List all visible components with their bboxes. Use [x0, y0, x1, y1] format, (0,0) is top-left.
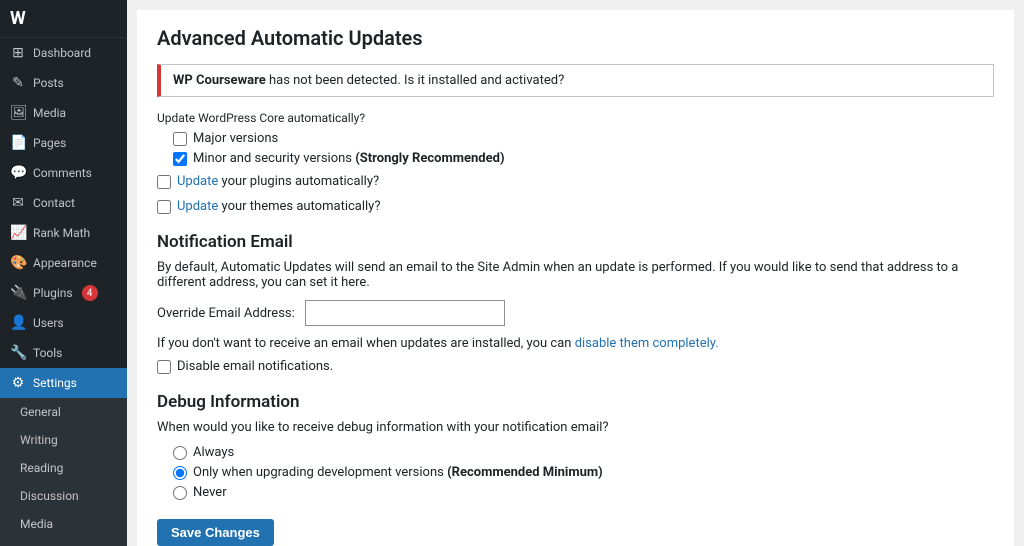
- sidebar-item-label: Tools: [33, 346, 62, 360]
- wp-logo: W: [0, 0, 127, 38]
- disable-email-info: If you don't want to receive an email wh…: [157, 336, 994, 351]
- sidebar-item-label: Dashboard: [33, 46, 91, 60]
- submenu-media-label: Media: [20, 517, 53, 531]
- dashboard-icon: ⊞: [10, 45, 26, 61]
- notice-text: has not been detected. Is it installed a…: [266, 73, 565, 88]
- submenu-general-label: General: [20, 405, 61, 419]
- sidebar-item-discussion[interactable]: Discussion: [0, 482, 127, 510]
- disable-notifications-label: Disable email notifications.: [177, 359, 333, 374]
- sidebar-item-comments[interactable]: 💬 Comments: [0, 158, 127, 188]
- themes-update-link[interactable]: Update: [177, 199, 218, 214]
- sidebar-item-media[interactable]: 🖼 Media: [0, 98, 127, 128]
- sidebar-item-pages[interactable]: 📄 Pages: [0, 128, 127, 158]
- notification-email-heading: Notification Email: [157, 232, 994, 252]
- major-versions-row: Major versions: [173, 131, 994, 146]
- override-email-input[interactable]: [305, 300, 505, 326]
- rank-math-icon: 📈: [10, 225, 26, 241]
- sidebar-item-posts[interactable]: ✎ Posts: [0, 68, 127, 98]
- content-area: Advanced Automatic Updates WP Courseware…: [137, 10, 1014, 546]
- sidebar-item-label: Media: [33, 106, 66, 120]
- debug-always-radio[interactable]: [173, 446, 187, 460]
- sidebar-item-users[interactable]: 👤 Users: [0, 308, 127, 338]
- debug-never-label: Never: [193, 485, 227, 500]
- major-versions-label: Major versions: [193, 131, 278, 146]
- sidebar-item-label: Appearance: [33, 256, 97, 270]
- plugins-badge: 4: [82, 285, 98, 301]
- contact-icon: ✉: [10, 195, 26, 211]
- main-content: Advanced Automatic Updates WP Courseware…: [127, 0, 1024, 546]
- debug-upgrading-row: Only when upgrading development versions…: [173, 465, 994, 480]
- sidebar-item-label: Settings: [33, 376, 77, 390]
- plugins-icon: 🔌: [10, 285, 26, 301]
- page-title: Advanced Automatic Updates: [157, 26, 994, 50]
- sidebar-item-media-sub[interactable]: Media: [0, 510, 127, 538]
- sidebar-item-label: Comments: [33, 166, 92, 180]
- debug-upgrading-radio[interactable]: [173, 466, 187, 480]
- sidebar-item-label: Pages: [33, 136, 66, 150]
- sidebar-item-contact[interactable]: ✉ Contact: [0, 188, 127, 218]
- debug-info-heading: Debug Information: [157, 392, 994, 412]
- sidebar-item-reading[interactable]: Reading: [0, 454, 127, 482]
- disable-notifications-checkbox[interactable]: [157, 360, 171, 374]
- sidebar-item-settings[interactable]: ⚙ Settings: [0, 368, 127, 398]
- plugins-update-row: Update your plugins automatically?: [157, 174, 994, 189]
- notification-email-description: By default, Automatic Updates will send …: [157, 260, 994, 290]
- disable-link[interactable]: disable them completely.: [575, 336, 719, 351]
- override-email-row: Override Email Address:: [157, 300, 994, 326]
- submenu-writing-label: Writing: [20, 433, 58, 447]
- comments-icon: 💬: [10, 165, 26, 181]
- sidebar-item-plugins[interactable]: 🔌 Plugins 4: [0, 278, 127, 308]
- posts-icon: ✎: [10, 75, 26, 91]
- sidebar-item-permalinks[interactable]: Permalinks: [0, 538, 127, 546]
- appearance-icon: 🎨: [10, 255, 26, 271]
- minor-versions-label: Minor and security versions (Strongly Re…: [193, 151, 505, 166]
- save-changes-button[interactable]: Save Changes: [157, 519, 274, 546]
- debug-never-row: Never: [173, 485, 994, 500]
- core-update-label: Update WordPress Core automatically?: [157, 111, 994, 125]
- plugins-update-checkbox[interactable]: [157, 175, 171, 189]
- minor-versions-row: Minor and security versions (Strongly Re…: [173, 151, 994, 166]
- debug-upgrading-label: Only when upgrading development versions…: [193, 465, 603, 480]
- plugins-update-label: Update your plugins automatically?: [177, 174, 379, 189]
- themes-update-label: Update your themes automatically?: [177, 199, 380, 214]
- debug-always-label: Always: [193, 445, 234, 460]
- major-versions-checkbox[interactable]: [173, 132, 187, 146]
- sidebar-item-writing[interactable]: Writing: [0, 426, 127, 454]
- sidebar-item-label: Plugins: [33, 286, 73, 300]
- override-email-label: Override Email Address:: [157, 306, 295, 321]
- users-icon: 👤: [10, 315, 26, 331]
- pages-icon: 📄: [10, 135, 26, 151]
- plugins-update-link[interactable]: Update: [177, 174, 218, 189]
- themes-update-checkbox[interactable]: [157, 200, 171, 214]
- submenu-reading-label: Reading: [20, 461, 63, 475]
- debug-info-description: When would you like to receive debug inf…: [157, 420, 994, 435]
- debug-never-radio[interactable]: [173, 486, 187, 500]
- sidebar-item-label: Rank Math: [33, 226, 90, 240]
- minor-versions-checkbox[interactable]: [173, 152, 187, 166]
- sidebar-item-label: Posts: [33, 76, 64, 90]
- sidebar-item-general[interactable]: General: [0, 398, 127, 426]
- tools-icon: 🔧: [10, 345, 26, 361]
- sidebar-item-dashboard[interactable]: ⊞ Dashboard: [0, 38, 127, 68]
- sidebar-item-label: Contact: [33, 196, 75, 210]
- media-icon: 🖼: [10, 105, 26, 121]
- themes-update-row: Update your themes automatically?: [157, 199, 994, 214]
- submenu-discussion-label: Discussion: [20, 489, 79, 503]
- sidebar-item-tools[interactable]: 🔧 Tools: [0, 338, 127, 368]
- sidebar-item-appearance[interactable]: 🎨 Appearance: [0, 248, 127, 278]
- sidebar-item-rank-math[interactable]: 📈 Rank Math: [0, 218, 127, 248]
- sidebar: W ⊞ Dashboard ✎ Posts 🖼 Media 📄 Pages 💬 …: [0, 0, 127, 546]
- debug-always-row: Always: [173, 445, 994, 460]
- notice-bold: WP Courseware: [173, 73, 266, 88]
- disable-notifications-row: Disable email notifications.: [157, 359, 994, 374]
- wp-courseware-notice: WP Courseware has not been detected. Is …: [157, 64, 994, 97]
- settings-submenu: General Writing Reading Discussion Media…: [0, 398, 127, 546]
- sidebar-item-label: Users: [33, 316, 64, 330]
- settings-icon: ⚙: [10, 375, 26, 391]
